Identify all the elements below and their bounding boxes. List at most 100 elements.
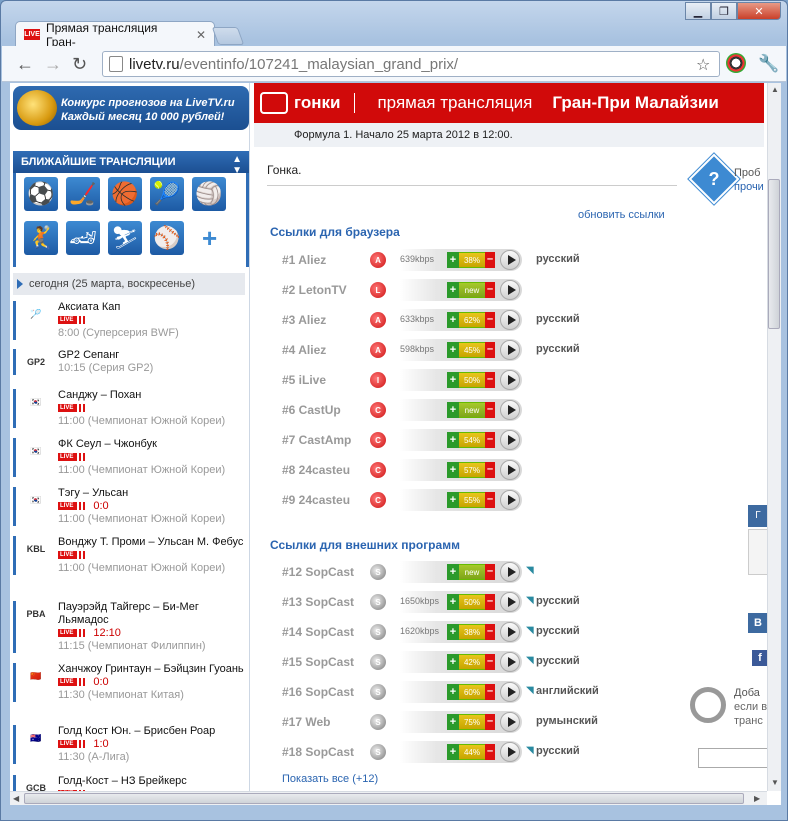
link-row[interactable]: #5 iLive I +50% –	[282, 369, 612, 391]
link-row[interactable]: #15 SopCast S +42% – ◥ русский	[282, 651, 612, 673]
external-link-icon[interactable]: ◥	[526, 685, 534, 696]
event-item[interactable]: 🇰🇷 ФК Сеул – Чжонбук LIVE 11:00 (Чемпионат …	[13, 438, 245, 477]
link-row[interactable]: #13 SopCast S 1650kbps +50% – ◥ русский	[282, 591, 612, 613]
link-row[interactable]: #14 SopCast S 1620kbps +38% – ◥ русский	[282, 621, 612, 643]
racing-icon[interactable]: 🏎	[66, 221, 100, 255]
link-name[interactable]: #9 24casteu	[282, 493, 350, 507]
external-link-icon[interactable]: ◥	[526, 625, 534, 636]
event-item[interactable]: 🇰🇷 Тэгу – Ульсан LIVE 0:0 11:00 (Чемпионат Ю…	[13, 487, 245, 526]
minimize-button[interactable]: ▁	[685, 2, 711, 20]
vote-down-button[interactable]: –	[485, 492, 495, 508]
basketball-icon[interactable]: 🏀	[108, 177, 142, 211]
event-item[interactable]: 🇨🇳 Ханчжоу Гринтаун – Бэйцзин Гуоань LIVE 0…	[13, 663, 245, 702]
wrench-menu-icon[interactable]: 🔧	[758, 54, 779, 74]
vote-down-button[interactable]: –	[485, 744, 495, 760]
link-name[interactable]: #6 CastUp	[282, 403, 341, 417]
link-row[interactable]: #1 Aliez A 639kbps +38% – русский	[282, 249, 612, 271]
play-button[interactable]	[500, 742, 520, 762]
vote-up-button[interactable]: +	[447, 282, 459, 298]
link-row[interactable]: #18 SopCast S +44% – ◥ русский	[282, 741, 612, 763]
vote-up-button[interactable]: +	[447, 252, 459, 268]
tennis-icon[interactable]: 🎾	[150, 177, 184, 211]
play-button[interactable]	[500, 280, 520, 300]
vote-down-button[interactable]: –	[485, 312, 495, 328]
promo-banner[interactable]: Конкурс прогнозов на LiveTV.ru Каждый ме…	[13, 86, 249, 130]
link-name[interactable]: #12 SopCast	[282, 565, 354, 579]
link-row[interactable]: #16 SopCast S +60% – ◥ английский	[282, 681, 612, 703]
vote-up-button[interactable]: +	[447, 594, 459, 610]
link-row[interactable]: #9 24casteu C +55% –	[282, 489, 612, 511]
event-item[interactable]: 🇦🇺 Голд Кост Юн. – Брисбен Роар LIVE 1:0 11:…	[13, 725, 245, 764]
vote-down-button[interactable]: –	[485, 714, 495, 730]
maximize-button[interactable]: ❐	[711, 2, 737, 20]
scroll-down-icon[interactable]: ▼	[771, 778, 779, 787]
side-widget-button[interactable]: Г	[748, 505, 768, 527]
play-button[interactable]	[500, 460, 520, 480]
link-name[interactable]: #5 iLive	[282, 373, 326, 387]
vote-down-button[interactable]: –	[485, 342, 495, 358]
horizontal-scroll-thumb[interactable]	[24, 793, 744, 804]
vote-down-button[interactable]: –	[485, 402, 495, 418]
play-button[interactable]	[500, 592, 520, 612]
play-button[interactable]	[500, 430, 520, 450]
hockey-icon[interactable]: 🏒	[66, 177, 100, 211]
play-button[interactable]	[500, 400, 520, 420]
link-name[interactable]: #17 Web	[282, 715, 330, 729]
play-button[interactable]	[500, 340, 520, 360]
scroll-up-icon[interactable]: ▲	[771, 85, 779, 94]
close-window-button[interactable]: ✕	[737, 2, 781, 20]
vote-down-button[interactable]: –	[485, 282, 495, 298]
link-row[interactable]: #7 CastAmp C +54% –	[282, 429, 612, 451]
play-button[interactable]	[500, 562, 520, 582]
play-button[interactable]	[500, 622, 520, 642]
skiing-icon[interactable]: ⛷	[108, 221, 142, 255]
play-button[interactable]	[500, 490, 520, 510]
add-link-icon[interactable]	[690, 687, 726, 723]
link-row[interactable]: #12 SopCast S + new – ◥	[282, 561, 612, 583]
vertical-scroll-thumb[interactable]	[768, 179, 780, 329]
today-date-label[interactable]: сегодня (25 марта, воскресенье)	[13, 273, 245, 295]
vk-button[interactable]: В	[748, 613, 768, 633]
volleyball-icon[interactable]: 🏐	[192, 177, 226, 211]
link-name[interactable]: #15 SopCast	[282, 655, 354, 669]
vote-down-button[interactable]: –	[485, 684, 495, 700]
vote-down-button[interactable]: –	[485, 594, 495, 610]
link-name[interactable]: #14 SopCast	[282, 625, 354, 639]
event-item[interactable]: GP2 GP2 Сепанг 10:15 (Серия GP2)	[13, 349, 245, 375]
tab-close-icon[interactable]: ✕	[196, 28, 206, 42]
vote-down-button[interactable]: –	[485, 372, 495, 388]
other-sport-icon[interactable]: ⚾	[150, 221, 184, 255]
vote-down-button[interactable]: –	[485, 432, 495, 448]
link-name[interactable]: #8 24casteu	[282, 463, 350, 477]
vote-down-button[interactable]: –	[485, 462, 495, 478]
side-input[interactable]	[698, 748, 768, 768]
link-row[interactable]: #8 24casteu C +57% –	[282, 459, 612, 481]
vote-down-button[interactable]: –	[485, 252, 495, 268]
vote-up-button[interactable]: +	[447, 624, 459, 640]
vote-up-button[interactable]: +	[447, 432, 459, 448]
vote-up-button[interactable]: +	[447, 462, 459, 478]
link-row[interactable]: #4 Aliez A 598kbps +45% – русский	[282, 339, 612, 361]
sidebar-header[interactable]: БЛИЖАЙШИЕ ТРАНСЛЯЦИИ ▲ ▼	[13, 151, 249, 176]
bookmark-star-icon[interactable]: ☆	[696, 55, 710, 75]
external-link-icon[interactable]: ◥	[526, 595, 534, 606]
link-name[interactable]: #16 SopCast	[282, 685, 354, 699]
link-row[interactable]: #6 CastUp C + new –	[282, 399, 612, 421]
show-all-link[interactable]: Показать все (+12)	[282, 773, 378, 785]
more-sports-icon[interactable]: +	[202, 223, 217, 254]
back-arrow-icon[interactable]: ←	[16, 54, 34, 75]
vote-up-button[interactable]: +	[447, 342, 459, 358]
link-row[interactable]: #17 Web S +75% – румынский	[282, 711, 612, 733]
link-name[interactable]: #1 Aliez	[282, 253, 326, 267]
football-icon[interactable]: ⚽	[24, 177, 58, 211]
link-name[interactable]: #3 Aliez	[282, 313, 326, 327]
link-name[interactable]: #4 Aliez	[282, 343, 326, 357]
handball-icon[interactable]: 🤾	[24, 221, 58, 255]
play-button[interactable]	[500, 370, 520, 390]
vote-up-button[interactable]: +	[447, 564, 459, 580]
external-link-icon[interactable]: ◥	[526, 565, 534, 576]
link-name[interactable]: #2 LetonTV	[282, 283, 347, 297]
vote-up-button[interactable]: +	[447, 372, 459, 388]
external-link-icon[interactable]: ◥	[526, 655, 534, 666]
horizontal-scrollbar[interactable]: ◀ ▶	[10, 791, 767, 805]
